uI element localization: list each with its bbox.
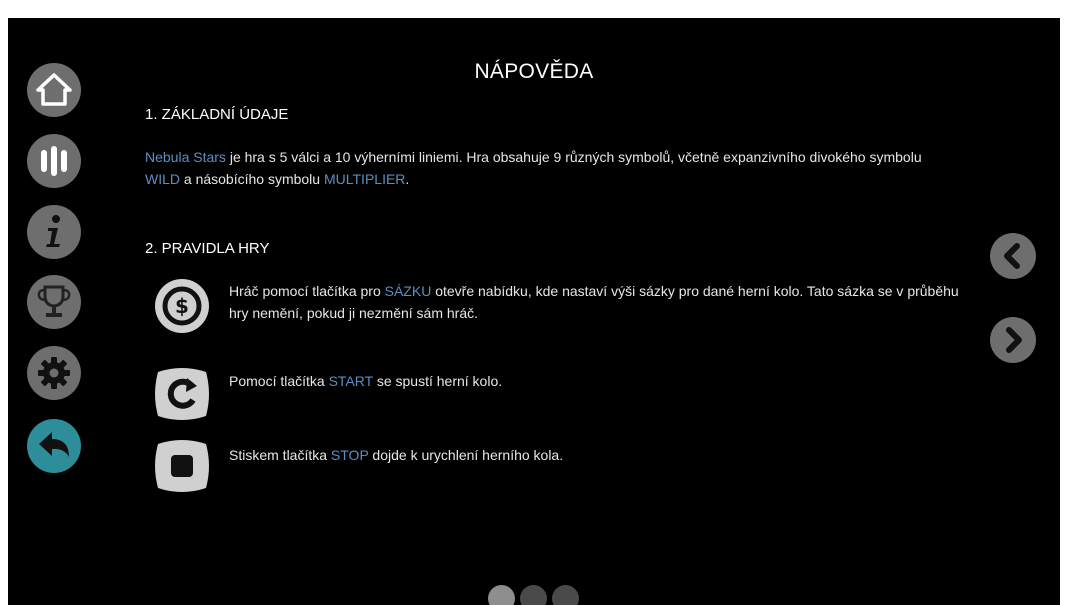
basic-info-text-part: je hra s 5 válci a 10 výherními liniemi.… — [225, 149, 922, 165]
settings-icon — [38, 357, 70, 389]
rule-bet-text: Hráč pomocí tlačítka pro SÁZKU otevře na… — [229, 280, 959, 324]
start-keyword: START — [328, 373, 373, 389]
section-heading-rules: 2. PRAVIDLA HRY — [145, 240, 270, 257]
info-button[interactable] — [27, 205, 81, 259]
page-dot-2[interactable] — [520, 585, 547, 605]
prev-page-button[interactable] — [990, 233, 1036, 279]
stop-icon — [152, 436, 212, 496]
start-spin-icon — [152, 364, 212, 424]
wild-keyword: WILD — [145, 171, 180, 187]
rule-stop-text: Stiskem tlačítka STOP dojde k urychlení … — [229, 444, 929, 466]
rule-text-part: Pomocí tlačítka — [229, 373, 329, 389]
multiplier-keyword: MULTIPLIER — [323, 171, 406, 187]
page-title: NÁPOVĚDA — [474, 60, 594, 83]
back-button[interactable] — [27, 419, 81, 473]
section-basic-info-text: Nebula Stars je hra s 5 válci a 10 výher… — [145, 146, 945, 190]
rule-text-part: Hráč pomocí tlačítka pro — [229, 283, 385, 299]
page-dot-1[interactable] — [488, 585, 515, 605]
next-page-button[interactable] — [990, 317, 1036, 363]
back-icon — [39, 432, 69, 457]
rule-text-part: se spustí herní kolo. — [372, 373, 503, 389]
rule-text-part: Stiskem tlačítka — [229, 447, 331, 463]
page-dot-3[interactable] — [552, 585, 579, 605]
rule-text-part: dojde k urychlení herního kola. — [368, 447, 564, 463]
info-icon — [46, 215, 60, 247]
svg-text:$: $ — [175, 294, 189, 318]
settings-button[interactable] — [27, 346, 81, 400]
bet-keyword: SÁZKU — [384, 283, 432, 299]
chevron-left-icon — [1004, 243, 1020, 269]
basic-info-text-part: a násobícího symbolu — [180, 171, 324, 187]
trophy-icon — [37, 285, 71, 317]
basic-info-text-part: . — [405, 171, 410, 187]
game-screen: NÁPOVĚDA 1. ZÁKLADNÍ ÚDAJE Nebula Stars … — [8, 18, 1060, 605]
section-heading-basic-info: 1. ZÁKLADNÍ ÚDAJE — [145, 106, 289, 123]
chevron-right-icon — [1006, 327, 1022, 353]
trophy-button[interactable] — [27, 275, 81, 329]
paytable-button[interactable] — [27, 134, 81, 188]
paytable-icon — [41, 146, 67, 176]
rule-start-text: Pomocí tlačítka START se spustí herní ko… — [229, 370, 929, 392]
stop-keyword: STOP — [330, 447, 369, 463]
bet-coin-icon: $ — [152, 276, 212, 336]
game-name: Nebula Stars — [145, 149, 226, 165]
